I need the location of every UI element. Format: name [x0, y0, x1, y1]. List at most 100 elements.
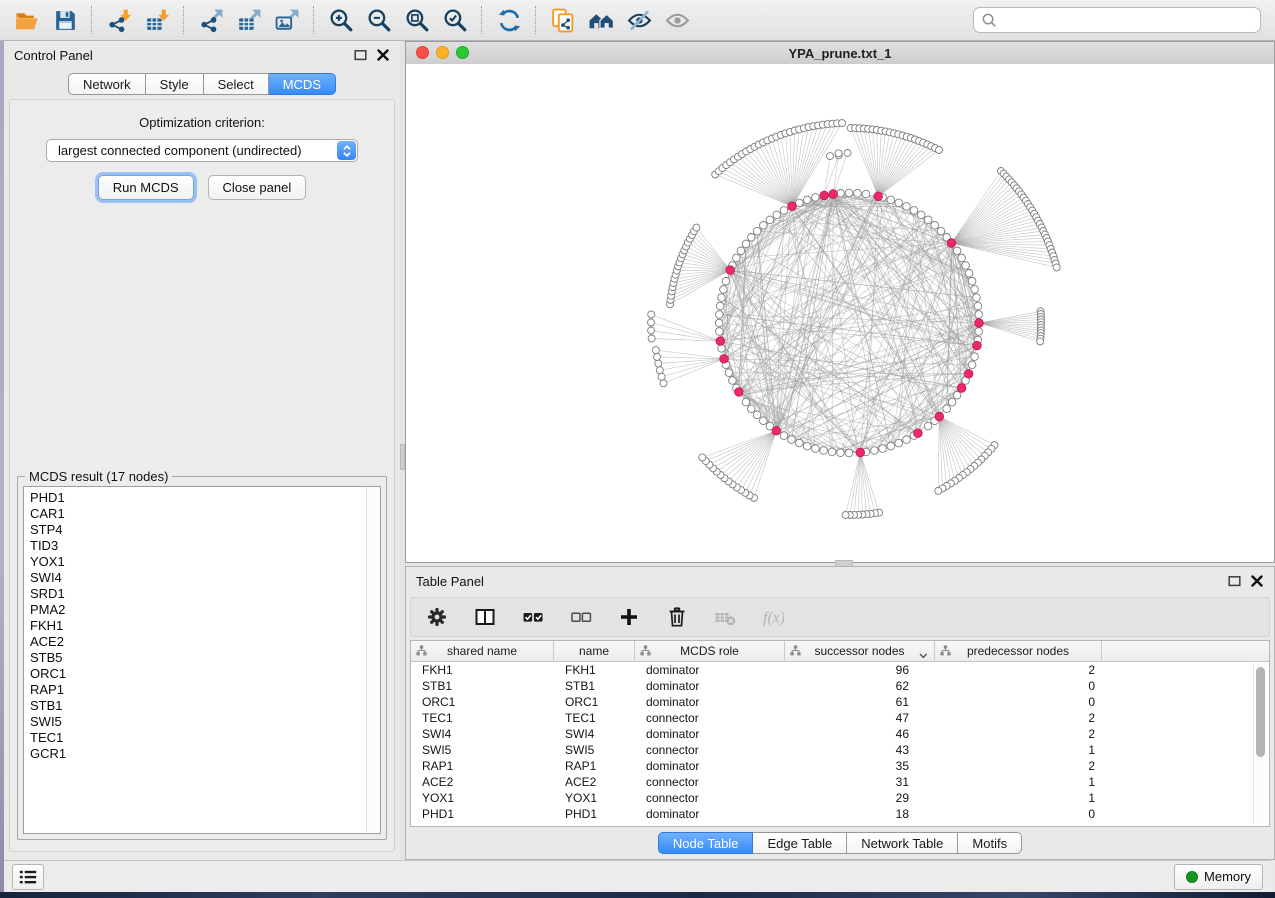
table-row[interactable]: RAP1RAP1dominator352	[411, 758, 1269, 774]
cell-successor-nodes: 96	[785, 662, 935, 678]
zoom-selected-button[interactable]	[436, 4, 474, 36]
tab-network-table[interactable]: Network Table	[847, 832, 958, 854]
tab-mcds[interactable]: MCDS	[269, 73, 336, 95]
table-settings-button[interactable]	[425, 605, 449, 629]
column-header-shared-name[interactable]: shared name	[411, 641, 554, 661]
select-all-button[interactable]	[521, 605, 545, 629]
mcds-hub-node[interactable]	[720, 355, 729, 364]
open-file-button[interactable]	[8, 4, 46, 36]
show-panels-button[interactable]	[12, 864, 44, 890]
mcds-hub-node[interactable]	[829, 190, 838, 199]
clone-network-button[interactable]	[544, 4, 582, 36]
table-row[interactable]: ORC1ORC1dominator610	[411, 694, 1269, 710]
mcds-result-item[interactable]: RAP1	[30, 682, 360, 698]
mcds-hub-node[interactable]	[856, 448, 865, 457]
run-mcds-button[interactable]: Run MCDS	[98, 175, 194, 200]
minimize-window-icon[interactable]	[436, 46, 449, 59]
result-list-scrollbar[interactable]	[366, 487, 380, 833]
table-row[interactable]: TEC1TEC1connector472	[411, 710, 1269, 726]
export-network-button[interactable]	[192, 4, 230, 36]
control-panel: Control Panel NetworkStyleSelectMCDS Opt…	[4, 41, 400, 860]
mcds-result-item[interactable]: PMA2	[30, 602, 360, 618]
maximize-window-icon[interactable]	[456, 46, 469, 59]
mcds-result-item[interactable]: FKH1	[30, 618, 360, 634]
save-session-button[interactable]	[46, 4, 84, 36]
mcds-result-item[interactable]: STP4	[30, 522, 360, 538]
zoom-in-button[interactable]	[322, 4, 360, 36]
mcds-result-item[interactable]: SWI4	[30, 570, 360, 586]
tab-select[interactable]: Select	[204, 73, 269, 95]
mcds-hub-node[interactable]	[772, 427, 781, 436]
column-header-MCDS-role[interactable]: MCDS role	[635, 641, 785, 661]
import-network-button[interactable]	[100, 4, 138, 36]
mcds-result-item[interactable]: TID3	[30, 538, 360, 554]
tab-node-table[interactable]: Node Table	[658, 832, 754, 854]
table-row[interactable]: FKH1FKH1dominator962	[411, 662, 1269, 678]
mcds-result-item[interactable]: SWI5	[30, 714, 360, 730]
table-row[interactable]: STB1STB1dominator620	[411, 678, 1269, 694]
scrollbar-thumb[interactable]	[1256, 667, 1265, 757]
table-row[interactable]: SWI4SWI4dominator462	[411, 726, 1269, 742]
column-header-predecessor-nodes[interactable]: predecessor nodes	[935, 641, 1102, 661]
close-panel-icon[interactable]	[376, 48, 390, 62]
network-graph[interactable]	[406, 64, 1274, 562]
add-column-button[interactable]	[617, 605, 641, 629]
column-header-name[interactable]: name	[554, 641, 635, 661]
table-row[interactable]: YOX1YOX1connector291	[411, 790, 1269, 806]
table-scrollbar[interactable]	[1253, 663, 1267, 824]
mcds-hub-node[interactable]	[973, 341, 982, 350]
mcds-hub-node[interactable]	[788, 202, 797, 211]
zoom-fit-button[interactable]	[398, 4, 436, 36]
mcds-result-item[interactable]: GCR1	[30, 746, 360, 762]
mcds-hub-node[interactable]	[935, 412, 944, 421]
close-panel-button[interactable]: Close panel	[208, 175, 307, 200]
tab-motifs[interactable]: Motifs	[958, 832, 1022, 854]
show-all-button[interactable]	[658, 4, 696, 36]
mcds-result-item[interactable]: CAR1	[30, 506, 360, 522]
float-panel-icon[interactable]	[1227, 574, 1241, 588]
table-row[interactable]: ACE2ACE2connector311	[411, 774, 1269, 790]
mcds-result-item[interactable]: SRD1	[30, 586, 360, 602]
mcds-result-item[interactable]: TEC1	[30, 730, 360, 746]
memory-button[interactable]: Memory	[1174, 864, 1263, 890]
first-neighbors-button[interactable]	[582, 4, 620, 36]
apply-layout-button[interactable]	[490, 4, 528, 36]
mcds-result-item[interactable]: ACE2	[30, 634, 360, 650]
mcds-hub-node[interactable]	[957, 384, 966, 393]
close-window-icon[interactable]	[416, 46, 429, 59]
hide-selected-button[interactable]	[620, 4, 658, 36]
column-header-successor-nodes[interactable]: successor nodes	[785, 641, 935, 661]
import-table-button[interactable]	[138, 4, 176, 36]
mcds-result-item[interactable]: ORC1	[30, 666, 360, 682]
mcds-result-item[interactable]: YOX1	[30, 554, 360, 570]
tab-network[interactable]: Network	[68, 73, 146, 95]
mcds-result-item[interactable]: STB1	[30, 698, 360, 714]
close-panel-icon[interactable]	[1250, 574, 1264, 588]
float-panel-icon[interactable]	[353, 48, 367, 62]
mcds-result-item[interactable]: STB5	[30, 650, 360, 666]
mcds-tab-content: Optimization criterion: largest connecte…	[9, 99, 395, 852]
mcds-hub-node[interactable]	[914, 429, 923, 438]
export-image-button[interactable]	[268, 4, 306, 36]
zoom-out-button[interactable]	[360, 4, 398, 36]
export-table-button[interactable]	[230, 4, 268, 36]
mcds-hub-node[interactable]	[874, 192, 883, 201]
mcds-hub-node[interactable]	[975, 319, 984, 328]
mcds-hub-node[interactable]	[735, 388, 744, 397]
network-canvas[interactable]	[406, 64, 1274, 562]
optimization-criterion-select[interactable]: largest connected component (undirected)	[46, 139, 358, 162]
toggle-panel-columns-button[interactable]	[473, 605, 497, 629]
delete-column-button[interactable]	[665, 605, 689, 629]
tab-edge-table[interactable]: Edge Table	[753, 832, 847, 854]
mcds-hub-node[interactable]	[947, 239, 956, 248]
deselect-all-button[interactable]	[569, 605, 593, 629]
mcds-hub-node[interactable]	[820, 191, 829, 200]
mcds-hub-node[interactable]	[726, 266, 735, 275]
tab-style[interactable]: Style	[146, 73, 204, 95]
mcds-result-item[interactable]: PHD1	[30, 490, 360, 506]
table-row[interactable]: SWI5SWI5connector431	[411, 742, 1269, 758]
table-row[interactable]: PHD1PHD1dominator180	[411, 806, 1269, 822]
mcds-hub-node[interactable]	[716, 337, 725, 346]
search-input[interactable]	[973, 7, 1261, 33]
mcds-hub-node[interactable]	[964, 370, 973, 379]
